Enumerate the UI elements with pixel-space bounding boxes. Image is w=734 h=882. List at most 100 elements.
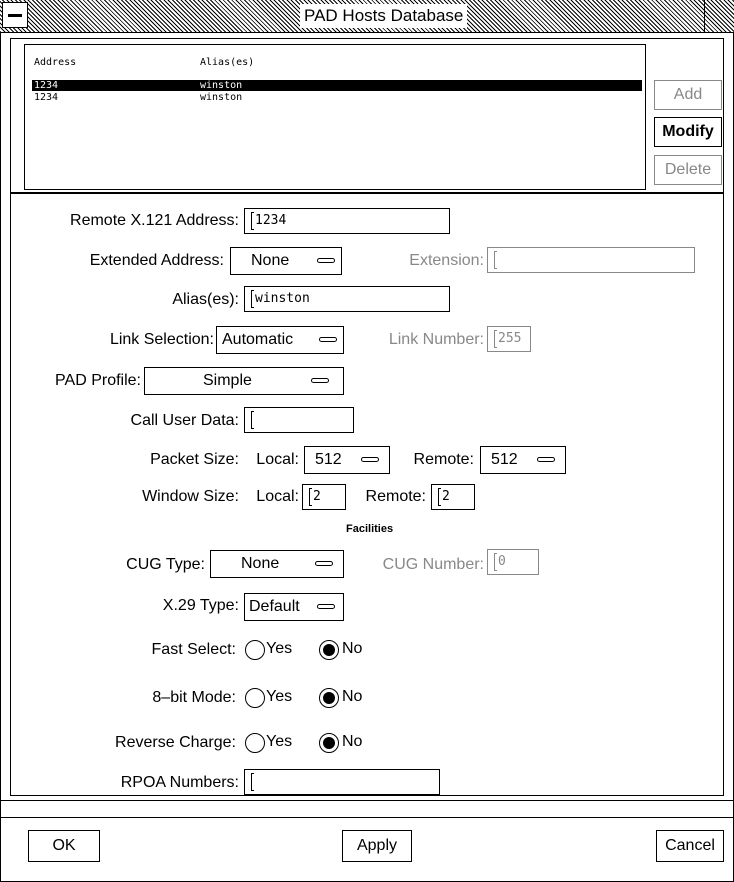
remote-address-label: Remote X.121 Address:: [70, 212, 239, 229]
aliases-field[interactable]: winston: [244, 286, 450, 312]
packet-local-menu[interactable]: 512: [304, 446, 390, 474]
link-number-field[interactable]: 255: [487, 326, 531, 352]
cancel-button[interactable]: Cancel: [656, 830, 724, 862]
remote-address-field[interactable]: 1234: [244, 208, 450, 234]
option-menu-icon: [317, 258, 335, 263]
text-cursor: [251, 211, 254, 230]
text-cursor: [494, 552, 497, 571]
rpoa-numbers-field[interactable]: [244, 769, 440, 795]
link-selection-label: Link Selection:: [109, 331, 214, 348]
cug-type-menu[interactable]: None: [210, 550, 344, 578]
extended-address-value: None: [251, 252, 290, 269]
list-item-address: 1234: [34, 80, 59, 91]
packet-local-label: Local:: [256, 451, 299, 468]
ok-button[interactable]: OK: [28, 830, 100, 862]
eight-bit-yes-radio[interactable]: [245, 688, 265, 708]
packet-remote-menu[interactable]: 512: [480, 446, 566, 474]
window-remote-field[interactable]: 2: [431, 484, 475, 510]
eight-bit-no-label[interactable]: No: [342, 686, 362, 708]
cug-type-value: None: [241, 555, 280, 572]
cug-number-value: 0: [498, 554, 506, 569]
option-menu-icon: [537, 457, 555, 462]
link-selection-menu[interactable]: Automatic: [216, 326, 344, 354]
cug-number-field[interactable]: 0: [487, 549, 539, 575]
extended-address-label: Extended Address:: [89, 252, 224, 269]
x29-type-value: Default: [249, 598, 300, 615]
option-menu-icon: [319, 337, 337, 342]
call-user-data-label: Call User Data:: [130, 412, 239, 429]
window-title: PAD Hosts Database: [300, 4, 468, 28]
call-user-data-field[interactable]: [244, 407, 354, 433]
extension-label: Extension:: [409, 252, 484, 269]
option-menu-icon: [311, 378, 329, 383]
add-button[interactable]: Add: [654, 80, 722, 110]
facilities-heading: Facilities: [346, 523, 394, 535]
list-header-aliases: Alias(es): [200, 57, 255, 68]
fast-select-label: Fast Select:: [151, 641, 236, 658]
link-selection-value: Automatic: [222, 331, 294, 348]
x29-type-menu[interactable]: Default: [244, 593, 344, 621]
list-item-alias: winston: [200, 92, 243, 103]
text-cursor: [494, 250, 497, 269]
fast-select-no-label[interactable]: No: [342, 638, 362, 660]
window-local-field[interactable]: 2: [302, 484, 346, 510]
extended-address-menu[interactable]: None: [230, 247, 342, 275]
modify-button[interactable]: Modify: [654, 117, 722, 147]
apply-button[interactable]: Apply: [342, 830, 412, 862]
list-item[interactable]: 1234 winston: [32, 80, 642, 91]
window-menu-button[interactable]: [2, 2, 28, 28]
delete-button[interactable]: Delete: [654, 155, 722, 185]
eight-bit-no-radio[interactable]: [319, 688, 339, 708]
text-cursor: [251, 410, 254, 429]
aliases-label: Alias(es):: [172, 291, 239, 308]
window-remote-value: 2: [442, 489, 450, 504]
extension-field[interactable]: [487, 247, 695, 273]
link-number-value: 255: [498, 331, 522, 346]
packet-local-value: 512: [315, 451, 342, 468]
pad-profile-label: PAD Profile:: [55, 372, 141, 389]
text-cursor: [494, 329, 497, 348]
window-local-label: Local:: [256, 488, 299, 505]
cug-number-label: CUG Number:: [382, 556, 484, 573]
list-item[interactable]: 1234 winston: [32, 92, 642, 103]
fast-select-yes-label[interactable]: Yes: [266, 638, 292, 660]
pad-profile-menu[interactable]: Simple: [144, 367, 344, 395]
fast-select-yes-radio[interactable]: [245, 640, 265, 660]
list-header-address: Address: [34, 57, 77, 68]
reverse-charge-yes-label[interactable]: Yes: [266, 731, 292, 753]
divider: [10, 192, 724, 194]
remote-address-value: 1234: [255, 213, 287, 228]
cug-type-label: CUG Type:: [126, 556, 205, 573]
eight-bit-yes-label[interactable]: Yes: [266, 686, 292, 708]
fast-select-no-radio[interactable]: [319, 640, 339, 660]
reverse-charge-label: Reverse Charge:: [115, 734, 236, 751]
reverse-charge-yes-radio[interactable]: [245, 733, 265, 753]
window-local-value: 2: [313, 489, 321, 504]
list-item-alias: winston: [200, 80, 243, 91]
list-item-address: 1234: [34, 92, 59, 103]
hosts-list[interactable]: [24, 44, 646, 190]
packet-remote-label: Remote:: [413, 451, 474, 468]
text-cursor: [438, 487, 441, 506]
rpoa-numbers-label: RPOA Numbers:: [120, 774, 239, 791]
text-cursor: [251, 289, 254, 308]
aliases-value: winston: [255, 291, 310, 306]
packet-remote-value: 512: [491, 451, 518, 468]
link-number-label: Link Number:: [388, 331, 484, 348]
pad-profile-value: Simple: [203, 372, 252, 389]
title-bar-right-edge: [704, 0, 734, 32]
reverse-charge-no-label[interactable]: No: [342, 731, 362, 753]
option-menu-icon: [317, 604, 335, 609]
option-menu-icon: [315, 561, 333, 566]
reverse-charge-no-radio[interactable]: [319, 733, 339, 753]
eight-bit-mode-label: 8–bit Mode:: [152, 689, 236, 706]
footer-separator: [0, 800, 734, 818]
window-size-label: Window Size:: [142, 488, 239, 505]
option-menu-icon: [361, 457, 379, 462]
text-cursor: [251, 772, 254, 791]
text-cursor: [309, 487, 312, 506]
window-remote-label: Remote:: [365, 488, 426, 505]
packet-size-label: Packet Size:: [150, 451, 239, 468]
window-menu-icon: [8, 14, 22, 17]
x29-type-label: X.29 Type:: [162, 597, 239, 614]
